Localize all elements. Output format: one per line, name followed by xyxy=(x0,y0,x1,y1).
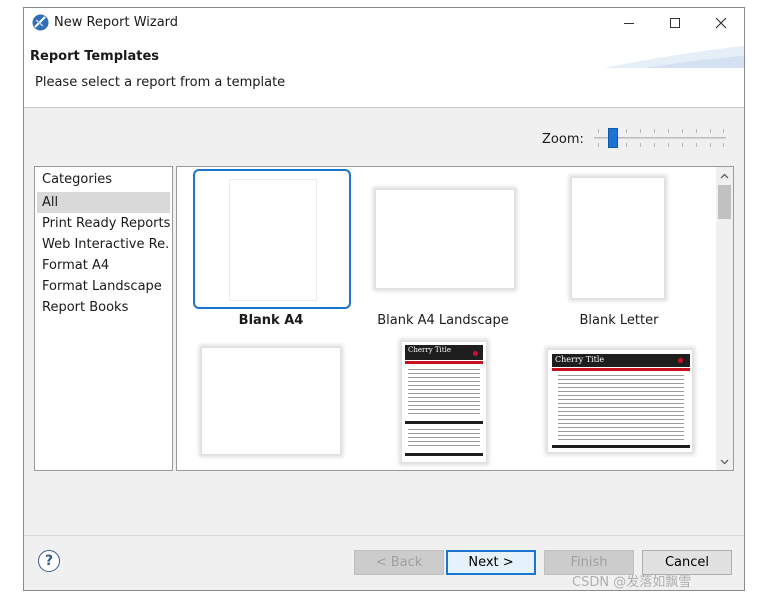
category-item-format-landscape[interactable]: Format Landscape xyxy=(37,276,170,297)
template-cherry-portrait[interactable]: Cherry Title xyxy=(363,337,523,470)
cherry-thumb-title: Cherry Title xyxy=(555,355,605,364)
scrollbar-thumb[interactable] xyxy=(718,185,731,219)
cherry-report-preview: Cherry Title xyxy=(552,354,690,450)
close-button[interactable] xyxy=(698,8,744,38)
eclipse-app-icon xyxy=(32,14,49,31)
template-page-preview xyxy=(229,179,317,301)
page-title: Report Templates xyxy=(30,49,160,64)
category-item-format-a4[interactable]: Format A4 xyxy=(37,255,170,276)
header-banner-graphic xyxy=(604,46,744,68)
cherry-header-band: Cherry Title xyxy=(405,345,483,360)
help-button[interactable]: ? xyxy=(38,550,60,572)
next-button[interactable]: Next > xyxy=(446,550,536,575)
zoom-slider[interactable] xyxy=(592,125,728,151)
back-button[interactable]: < Back xyxy=(354,550,444,575)
template-cherry-landscape[interactable]: Cherry Title xyxy=(539,337,699,470)
chevron-up-icon xyxy=(720,173,729,178)
footer-separator xyxy=(24,535,744,536)
template-blank-a4[interactable]: Blank A4 xyxy=(191,167,351,328)
chevron-down-icon xyxy=(720,459,729,464)
maximize-icon xyxy=(670,18,680,28)
template-thumbnail-frame xyxy=(571,177,665,299)
zoom-label: Zoom: xyxy=(542,132,584,147)
zoom-slider-thumb[interactable] xyxy=(608,128,619,148)
template-label: Blank A4 Landscape xyxy=(377,313,509,328)
scroll-up-button[interactable] xyxy=(716,167,733,184)
cherry-report-preview: Cherry Title xyxy=(405,345,483,459)
cherry-red-bar xyxy=(405,361,483,364)
template-thumbnail-frame xyxy=(201,347,341,455)
categories-list: Categories All Print Ready Reports Web I… xyxy=(34,166,173,471)
template-thumbnail-frame: Cherry Title xyxy=(547,349,693,453)
cherry-icon xyxy=(678,358,683,363)
category-item-print-ready-reports[interactable]: Print Ready Reports xyxy=(37,213,170,234)
cherry-thumb-title: Cherry Title xyxy=(408,346,451,354)
cherry-icon xyxy=(473,351,478,356)
help-icon: ? xyxy=(44,553,54,569)
maximize-button[interactable] xyxy=(652,8,698,38)
page-description: Please select a report from a template xyxy=(35,75,286,90)
template-label: Blank A4 xyxy=(238,313,304,328)
window-title: New Report Wizard xyxy=(54,15,179,30)
category-item-web-interactive-reports[interactable]: Web Interactive Re... xyxy=(37,234,170,255)
template-blank-letter[interactable]: Blank Letter xyxy=(539,167,699,328)
template-vertical-scrollbar[interactable] xyxy=(716,167,733,470)
minimize-button[interactable] xyxy=(606,8,652,38)
categories-heading: Categories xyxy=(42,172,113,187)
cherry-red-bar xyxy=(552,368,690,371)
template-gallery: Blank A4 Blank A4 Landscape Blank Letter… xyxy=(176,166,734,471)
template-blank-landscape-2[interactable] xyxy=(191,337,351,470)
template-label: Blank Letter xyxy=(579,313,659,328)
category-items: All Print Ready Reports Web Interactive … xyxy=(37,192,170,318)
minimize-icon xyxy=(624,22,634,24)
category-item-all[interactable]: All xyxy=(37,192,170,213)
template-thumbnail-frame xyxy=(193,169,351,309)
cherry-header-band: Cherry Title xyxy=(552,354,690,367)
wizard-window: New Report Wizard Report Templates Pleas… xyxy=(23,7,745,591)
wizard-header: Report Templates Please select a report … xyxy=(24,38,744,108)
template-thumbnail-frame: Cherry Title xyxy=(401,341,487,463)
close-icon xyxy=(715,17,727,29)
template-blank-a4-landscape[interactable]: Blank A4 Landscape xyxy=(363,167,523,328)
category-item-report-books[interactable]: Report Books xyxy=(37,297,170,318)
title-bar[interactable]: New Report Wizard xyxy=(24,8,744,38)
template-thumbnail-frame xyxy=(375,189,515,289)
scroll-down-button[interactable] xyxy=(716,453,733,470)
watermark-text: CSDN @发落如飘雪 xyxy=(572,575,692,590)
